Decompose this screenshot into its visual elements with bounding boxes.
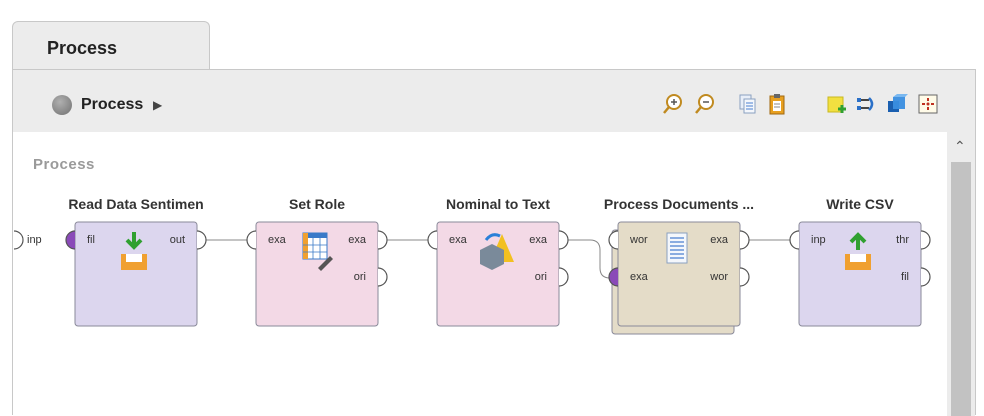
output-port-label: out [169, 234, 185, 246]
input-port-label: inp [811, 234, 826, 246]
input-port-exa[interactable] [246, 230, 257, 250]
output-port-label: wor [710, 271, 728, 283]
output-port-fil[interactable] [920, 267, 931, 287]
input-port-label: exa [449, 234, 467, 246]
process-input-port-label: inp [27, 234, 42, 246]
input-port-label: exa [630, 271, 648, 283]
input-port-fil[interactable] [66, 231, 75, 249]
input-port-exa[interactable] [609, 268, 618, 286]
output-port-exa[interactable] [377, 230, 388, 250]
output-port-label: thr [896, 234, 909, 246]
output-port-thr[interactable] [920, 230, 931, 250]
operator-name: Process Documents ... [603, 196, 755, 212]
input-port-label: fil [87, 234, 95, 246]
output-port-label: ori [534, 271, 547, 283]
output-port-exa[interactable] [558, 230, 569, 250]
output-port-label: ori [353, 271, 366, 283]
operator-name: Nominal to Text [446, 196, 550, 212]
operator-name: Write CSV [826, 196, 894, 212]
output-port-label: fil [901, 271, 909, 283]
input-port-label: wor [630, 234, 648, 246]
input-port-exa[interactable] [427, 230, 438, 250]
document-icon [666, 232, 688, 264]
input-port-inp[interactable] [789, 230, 800, 250]
output-port-ori[interactable] [558, 267, 569, 287]
output-port-exa[interactable] [739, 230, 750, 250]
process-input-port[interactable] [13, 230, 24, 250]
output-port-out[interactable] [196, 230, 207, 250]
input-port-label: exa [268, 234, 286, 246]
output-port-label: exa [348, 234, 366, 246]
output-port-label: exa [529, 234, 547, 246]
operator-name: Read Data Sentimen [68, 196, 204, 212]
output-port-ori[interactable] [377, 267, 388, 287]
output-port-label: exa [710, 234, 728, 246]
input-port-wor[interactable] [608, 230, 619, 250]
operator-name: Set Role [288, 196, 345, 212]
output-port-wor[interactable] [739, 267, 750, 287]
